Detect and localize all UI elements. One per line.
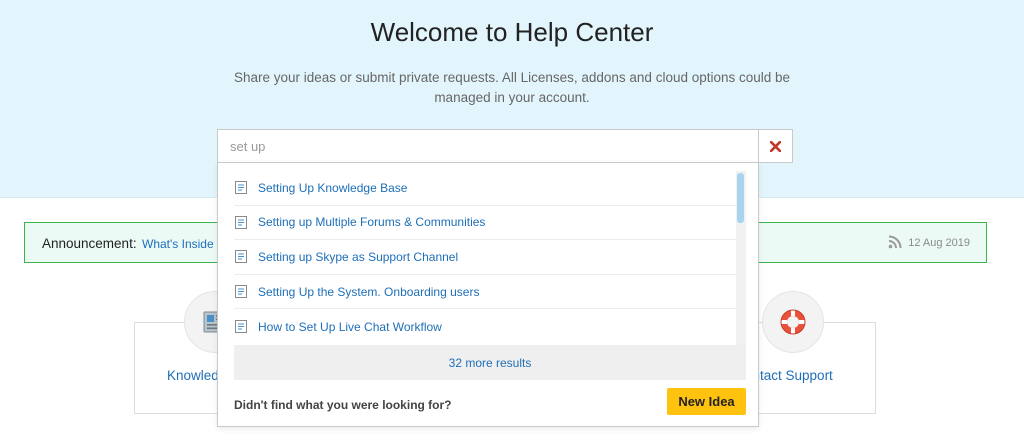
result-label: Setting Up the System. Onboarding users <box>258 284 480 299</box>
document-icon <box>235 181 247 195</box>
document-icon <box>235 250 247 264</box>
result-item[interactable]: Setting Up the System. Onboarding users <box>234 275 746 310</box>
scrollbar-thumb[interactable] <box>737 173 744 223</box>
rss-icon[interactable] <box>888 235 902 249</box>
results-scrollbar[interactable] <box>736 171 746 345</box>
new-idea-button[interactable]: New Idea <box>667 388 746 415</box>
document-icon <box>235 320 247 334</box>
search-suggestions-dropdown: Setting Up Knowledge Base Setting up Mul… <box>217 162 759 427</box>
not-found-prompt: Didn't find what you were looking for? <box>234 398 452 412</box>
search-box <box>217 129 759 163</box>
result-label: Setting up Multiple Forums & Communities <box>258 215 486 230</box>
document-icon <box>235 285 247 299</box>
announcement-date: 12 Aug 2019 <box>908 237 970 249</box>
lifebuoy-icon <box>762 291 824 353</box>
document-icon <box>235 215 247 229</box>
clear-search-button[interactable] <box>758 129 793 163</box>
close-x-icon <box>770 140 781 152</box>
result-item[interactable]: Setting up Skype as Support Channel <box>234 240 746 275</box>
search-input[interactable] <box>218 130 759 162</box>
result-label: Setting up Skype as Support Channel <box>258 249 459 264</box>
result-item[interactable]: Setting Up Knowledge Base <box>234 171 746 206</box>
result-item[interactable]: Setting up Multiple Forums & Communities <box>234 206 746 241</box>
page-title: Welcome to Help Center <box>370 17 654 47</box>
page-subtitle: Share your ideas or submit private reque… <box>233 70 791 105</box>
more-results-link[interactable]: 32 more results <box>234 345 746 380</box>
result-label: Setting Up Knowledge Base <box>258 180 408 195</box>
contact-support-card-label: ontact Support <box>745 368 833 383</box>
knowledge-base-card-label: Knowled <box>167 368 219 383</box>
announcement-label: Announcement: <box>42 236 137 251</box>
announcement-link[interactable]: What's Inside U <box>142 237 222 251</box>
results-list: Setting Up Knowledge Base Setting up Mul… <box>234 171 746 345</box>
result-item[interactable]: How to Set Up Live Chat Workflow <box>234 309 746 344</box>
result-label: How to Set Up Live Chat Workflow <box>258 319 442 334</box>
